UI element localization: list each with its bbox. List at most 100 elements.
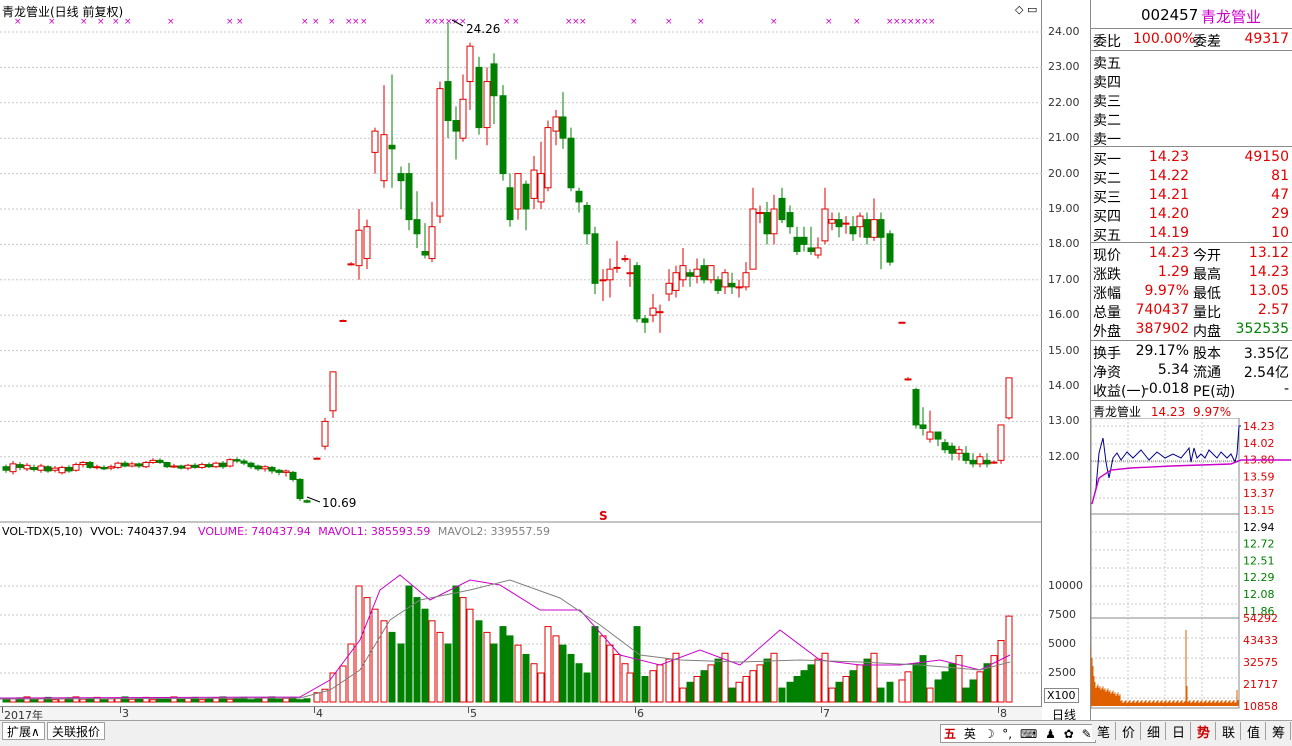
candle [9,461,17,475]
candle [58,465,66,475]
stock-header: 002457 青龙管业 [1091,6,1292,26]
buy-level-volume: 81 [1271,168,1289,184]
quote-stat-row: 外盘 387902 内盘 352535 [1091,321,1292,340]
candle [226,458,234,468]
candle [514,173,522,220]
candle [849,216,857,241]
candle [863,212,871,245]
candle [948,442,956,461]
svg-text:×: × [630,17,638,27]
right-tab-6[interactable]: 值 [1242,722,1266,741]
buy-level-row: 买二 14.22 81 [1091,168,1292,187]
candle [559,92,567,149]
candle [261,465,269,472]
intraday-price-tick: 13.37 [1243,487,1275,500]
candlesticks [2,22,1013,504]
candle [641,315,649,333]
svg-text:×: × [360,17,368,27]
buy-level-label: 买一 [1093,152,1121,168]
stat-label: 现价 [1093,248,1121,264]
candle [707,265,715,284]
candle [475,56,483,135]
right-tab-5[interactable]: 联 [1217,722,1241,741]
candle [490,53,498,125]
keyboard-icon[interactable]: ⌨ [1020,727,1037,741]
candle [567,127,575,192]
candle [177,464,185,470]
candle [466,42,474,110]
expand-tab[interactable]: 扩展∧ [2,722,45,740]
user-icon[interactable]: ♟ [1045,727,1056,741]
svg-text:×: × [226,17,234,27]
candle [289,470,297,482]
right-tab-4[interactable]: 势 [1192,722,1216,741]
volume-title-bar: VOL-TDX(5,10) VVOL: 740437.94 VOLUME: 74… [2,525,550,538]
tools-icon[interactable]: ✎ [1082,727,1092,741]
candle [962,446,970,464]
mavol1-value: MAVOL1: 385593.59 [318,525,431,538]
ime-english-icon[interactable]: 英 [964,727,976,741]
candle [233,457,241,464]
stat-value: 387902 [1135,321,1189,337]
candle [436,81,444,224]
candle [656,304,664,333]
intraday-chart[interactable]: 14.2314.0213.8013.5913.3713.1512.9412.72… [1091,418,1292,718]
fund-value: - [1283,381,1289,397]
stat-value: 352535 [1235,321,1289,337]
punctuation-icon[interactable]: °, [1002,727,1012,741]
fund-value: 3.35亿 [1243,346,1289,362]
candle [926,410,934,443]
candle [380,85,388,188]
candle [459,74,467,142]
svg-text:×: × [236,17,244,27]
stat-label: 涨幅 [1093,286,1121,302]
svg-text:×: × [301,17,309,27]
volume-tick-label: 2500 [1048,666,1076,679]
candle [452,106,460,160]
fundamental-row: 换手 29.17% 股本 3.35亿 [1091,343,1292,362]
candle [247,461,255,469]
price-tick-label: 22.00 [1048,95,1080,109]
svg-text:×: × [770,17,778,27]
right-tab-1[interactable]: 价 [1117,722,1141,741]
buy-level-label: 买五 [1093,228,1121,244]
right-tab-2[interactable]: 细 [1142,722,1166,741]
stat-label: 最低 [1193,286,1221,302]
moon-icon[interactable]: ☽ [984,727,995,741]
sell-level-label: 卖五 [1093,56,1121,72]
candle [835,212,843,238]
intraday-volume-tick: 43433 [1243,634,1278,647]
candle [778,187,786,224]
buy-level-label: 买二 [1093,171,1121,187]
app-window: ××××××××××××××××××××××××××××××××××××××× … [0,0,1292,746]
stat-label: 量比 [1193,305,1221,321]
kline-chart-area[interactable]: ××××××××××××××××××××××××××××××××××××××× … [0,0,1042,706]
candle [142,461,150,469]
buy-level-volume: 49150 [1244,149,1289,165]
intraday-volume-tick: 54292 [1243,612,1278,625]
candle [444,22,452,139]
right-tab-3[interactable]: 日 [1167,722,1191,741]
svg-text:×: × [853,17,861,27]
right-tab-7[interactable]: 筹 [1267,722,1291,741]
intraday-pct: 9.97% [1193,405,1232,419]
candle [613,240,621,273]
candle [770,194,778,245]
chart-options-icon[interactable]: ◇ ▭ [1015,3,1037,16]
skin-icon[interactable]: ✿ [1064,727,1074,741]
ime-toolbar[interactable]: 五 英 ☽ °, ⌨ ♟ ✿ ✎ [940,724,1096,743]
price-tick-label: 17.00 [1048,272,1080,286]
ime-wubi-icon[interactable]: 五 [944,727,956,741]
svg-text:×: × [328,17,336,27]
candle [672,265,680,298]
stat-value: 13.12 [1248,245,1289,261]
right-tab-0[interactable]: 笔 [1092,722,1116,741]
candle [135,462,143,469]
candle [886,230,894,266]
related-quote-tab[interactable]: 关联报价 [47,722,106,740]
fund-label: 净资 [1093,365,1121,381]
svg-text:×: × [167,17,175,27]
candle [814,237,822,259]
intraday-volume-tick: 21717 [1243,678,1278,691]
candle [428,201,436,263]
